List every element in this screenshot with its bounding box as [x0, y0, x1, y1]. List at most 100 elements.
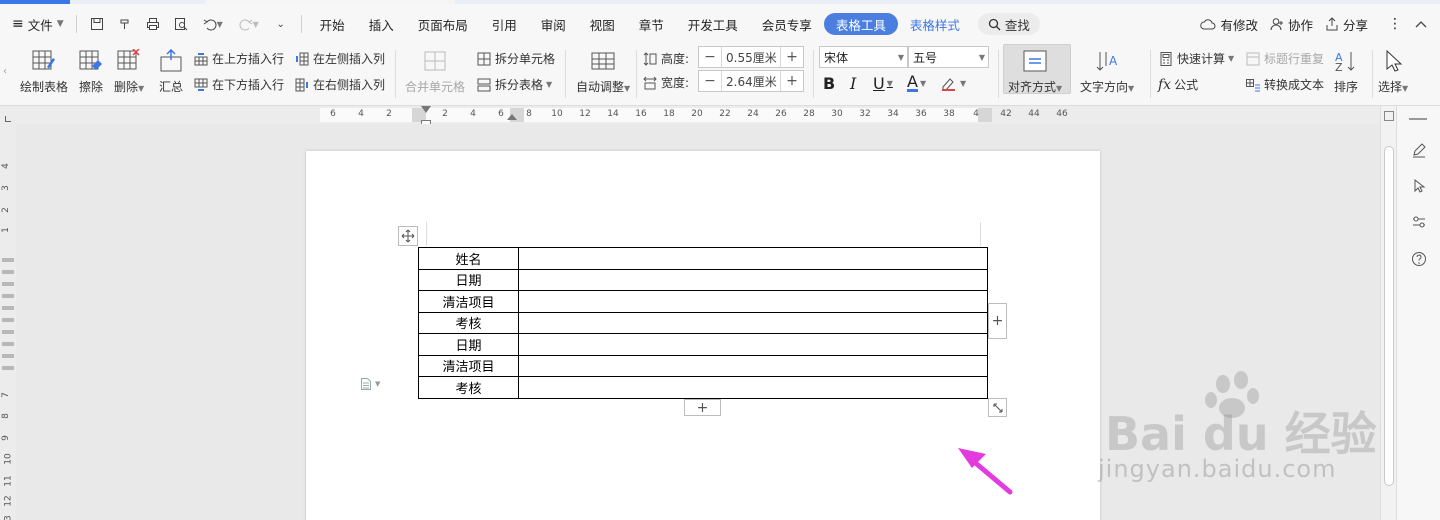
table-cell-label[interactable]: 考核: [418, 376, 519, 399]
file-menu[interactable]: ≡ 文件 ▼: [6, 10, 70, 38]
table-row[interactable]: 考核: [418, 376, 988, 399]
more-icon[interactable]: ⋮: [1382, 16, 1408, 32]
table-row[interactable]: 日期: [418, 333, 988, 356]
height-input[interactable]: 0.55厘米: [721, 47, 781, 67]
table-cell-label[interactable]: 清洁项目: [418, 354, 519, 377]
collapse-ribbon-icon[interactable]: [1408, 19, 1434, 29]
table-move-handle[interactable]: [398, 226, 418, 246]
table-row[interactable]: 考核: [418, 311, 988, 334]
scroll-split-icon[interactable]: [1384, 111, 1394, 121]
tab-page-layout[interactable]: 页面布局: [406, 10, 480, 38]
formula-button[interactable]: fx 公式: [1158, 76, 1198, 93]
ruler-label: 4: [973, 109, 979, 119]
draw-table-button[interactable]: 绘制表格: [20, 48, 68, 95]
width-decrease-button[interactable]: −: [699, 71, 721, 91]
save-icon[interactable]: [86, 13, 108, 35]
print-preview-icon[interactable]: [170, 13, 192, 35]
height-stepper[interactable]: − 0.55厘米 +: [698, 46, 804, 68]
table-cell-value[interactable]: [518, 333, 988, 356]
table-cell-label[interactable]: 考核: [418, 311, 519, 334]
table-cell-value[interactable]: [518, 376, 988, 399]
table-cell-label[interactable]: 姓名: [418, 247, 519, 270]
erase-button[interactable]: 擦除: [78, 48, 104, 95]
table-cell-value[interactable]: [518, 290, 988, 313]
highlight-icon[interactable]: ▼: [940, 74, 966, 92]
document-table[interactable]: 姓名 日期 清洁项目 考核 日期 清洁项目 考核: [418, 247, 988, 399]
indent-marker[interactable]: [421, 106, 431, 113]
scrollbar-thumb[interactable]: [1384, 146, 1394, 486]
vertical-ruler[interactable]: 4 3 2 1 7 8 9 10 11 12 13: [0, 124, 16, 520]
paragraph-options[interactable]: ▼: [360, 377, 380, 391]
tab-view[interactable]: 视图: [578, 10, 627, 38]
split-cells-button[interactable]: 拆分单元格: [476, 50, 555, 67]
insert-row-below-button[interactable]: 在下方插入行: [193, 76, 284, 93]
italic-icon[interactable]: I: [850, 74, 856, 93]
auto-fit-button[interactable]: 自动调整▼: [576, 48, 630, 95]
right-indent-marker[interactable]: [507, 114, 517, 120]
table-cell-value[interactable]: [518, 247, 988, 270]
insert-row-above-button[interactable]: 在上方插入行: [193, 50, 284, 67]
ruler-label: 12: [579, 109, 591, 119]
tab-developer[interactable]: 开发工具: [676, 10, 750, 38]
tab-home[interactable]: 开始: [308, 10, 357, 38]
align-button[interactable]: 对齐方式▼: [1008, 48, 1062, 95]
font-size-select[interactable]: 五号 ▼: [908, 46, 989, 68]
height-increase-button[interactable]: +: [781, 47, 803, 67]
width-input[interactable]: 2.64厘米: [721, 71, 781, 91]
font-color-icon[interactable]: A ▼: [907, 74, 926, 92]
ribbon-scroll-left-icon[interactable]: ‹: [3, 66, 7, 77]
underline-icon[interactable]: U ▼: [873, 74, 893, 93]
font-name-select[interactable]: 宋体 ▼: [819, 46, 908, 68]
search-button[interactable]: 查找: [977, 13, 1040, 35]
modified-button[interactable]: 有修改: [1194, 15, 1264, 34]
table-cell-label[interactable]: 清洁项目: [418, 290, 519, 313]
table-row[interactable]: 姓名: [418, 247, 988, 270]
horizontal-ruler[interactable]: 6 4 2 2 4 6 8 10 12 14 16 18 20 22 24 26 28 30 32 34 36 38 4 42…: [0, 106, 1440, 124]
tab-member[interactable]: 会员专享: [750, 10, 824, 38]
table-cell-value[interactable]: [518, 268, 988, 291]
table-cell-label[interactable]: 日期: [418, 333, 519, 356]
pointer-icon[interactable]: [1409, 176, 1429, 196]
table-cell-value[interactable]: [518, 354, 988, 377]
undo-icon[interactable]: ▼: [198, 13, 228, 35]
add-column-button[interactable]: +: [988, 303, 1007, 339]
height-decrease-button[interactable]: −: [699, 47, 721, 67]
text-direction-button[interactable]: A 文字方向▼: [1080, 48, 1134, 95]
tab-review[interactable]: 审阅: [529, 10, 578, 38]
sort-button[interactable]: AZ 排序: [1333, 48, 1359, 95]
insert-col-right-button[interactable]: 在右侧插入列: [294, 76, 385, 93]
vertical-scrollbar[interactable]: [1380, 106, 1396, 520]
convert-to-text-button[interactable]: 转换成文本: [1245, 76, 1324, 93]
format-painter-icon[interactable]: [114, 13, 136, 35]
share-button[interactable]: 分享: [1319, 15, 1374, 34]
collaborate-button[interactable]: 协作: [1264, 15, 1319, 34]
tab-section[interactable]: 章节: [627, 10, 676, 38]
tab-table-tools[interactable]: 表格工具: [823, 13, 898, 35]
add-row-button[interactable]: +: [684, 399, 721, 416]
tab-insert[interactable]: 插入: [357, 10, 406, 38]
table-row[interactable]: 清洁项目: [418, 290, 988, 313]
width-stepper[interactable]: − 2.64厘米 +: [698, 70, 804, 92]
tab-references[interactable]: 引用: [480, 10, 529, 38]
table-cell-value[interactable]: [518, 311, 988, 334]
sliders-icon[interactable]: [1409, 212, 1429, 232]
redo-icon[interactable]: ▼: [234, 13, 264, 35]
quick-calc-button[interactable]: 快速计算 ▼: [1158, 50, 1234, 67]
bold-icon[interactable]: B: [823, 74, 835, 93]
help-icon[interactable]: [1409, 249, 1429, 269]
print-icon[interactable]: [142, 13, 164, 35]
tab-table-style[interactable]: 表格样式: [898, 10, 972, 38]
width-increase-button[interactable]: +: [781, 71, 803, 91]
insert-col-left-button[interactable]: 在左侧插入列: [294, 50, 385, 67]
table-row[interactable]: 清洁项目: [418, 354, 988, 377]
customize-toolbar-icon[interactable]: ⌄: [270, 13, 292, 35]
summary-button[interactable]: 汇总: [158, 48, 184, 95]
select-button[interactable]: 选择▼: [1378, 48, 1408, 95]
delete-button[interactable]: 删除▼: [114, 48, 144, 95]
pen-icon[interactable]: [1409, 140, 1429, 160]
table-resize-handle[interactable]: [988, 398, 1007, 417]
table-cell-label[interactable]: 日期: [418, 268, 519, 291]
text-direction-icon: A: [1094, 48, 1120, 74]
table-row[interactable]: 日期: [418, 268, 988, 291]
split-table-button[interactable]: 拆分表格 ▼: [476, 76, 552, 93]
